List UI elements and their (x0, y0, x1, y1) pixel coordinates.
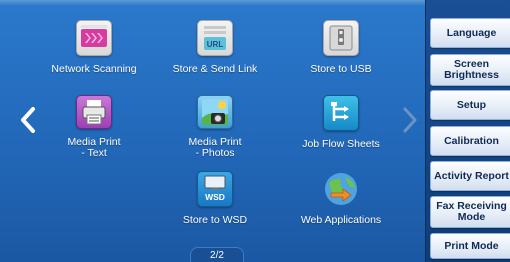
media-print-photos-icon (197, 95, 233, 129)
app-store-to-wsd[interactable]: WSD Store to WSD (155, 171, 275, 235)
url-badge: URL (207, 40, 224, 49)
previous-page-button[interactable] (14, 100, 42, 140)
app-job-flow-sheets[interactable]: Job Flow Sheets (281, 95, 401, 159)
app-label: Job Flow Sheets (302, 138, 380, 150)
fax-receiving-mode-button[interactable]: Fax Receiving Mode (430, 196, 510, 228)
next-page-button[interactable] (396, 100, 424, 140)
page-indicator: 2/2 (190, 247, 244, 262)
wsd-badge: WSD (205, 192, 225, 202)
chevron-right-icon (403, 107, 417, 133)
app-label: Store to USB (310, 63, 372, 75)
screen-brightness-button[interactable]: Screen Brightness (430, 54, 510, 86)
activity-report-button[interactable]: Activity Report (430, 161, 510, 191)
setup-button[interactable]: Setup (430, 90, 510, 120)
usb-icon (323, 20, 359, 56)
app-label: Media Print - Text (67, 136, 121, 159)
web-applications-icon (323, 171, 359, 207)
calibration-button[interactable]: Calibration (430, 126, 510, 156)
app-launcher-panel: Network Scanning URL Store & Send Link S… (0, 0, 425, 262)
app-label: Store & Send Link (172, 63, 258, 75)
app-network-scanning[interactable]: Network Scanning (34, 20, 154, 84)
app-store-send-link[interactable]: URL Store & Send Link (155, 20, 275, 84)
app-label: Web Applications (300, 214, 382, 226)
media-print-text-icon (76, 95, 112, 129)
chevron-left-icon (21, 107, 35, 133)
app-store-to-usb[interactable]: Store to USB (281, 20, 401, 84)
job-flow-icon (323, 95, 359, 131)
language-button[interactable]: Language (430, 18, 510, 48)
app-label: Media Print - Photos (188, 136, 242, 159)
sidebar: Language Screen Brightness Setup Calibra… (425, 0, 510, 262)
wsd-icon: WSD (197, 171, 233, 207)
print-mode-button[interactable]: Print Mode (430, 233, 510, 259)
network-scanning-icon (76, 20, 112, 56)
app-label: Network Scanning (51, 63, 137, 75)
app-label: Store to WSD (182, 214, 248, 226)
app-web-applications[interactable]: Web Applications (281, 171, 401, 235)
app-media-print-text[interactable]: Media Print - Text (34, 95, 154, 159)
app-media-print-photos[interactable]: Media Print - Photos (155, 95, 275, 159)
url-link-icon: URL (197, 20, 233, 56)
